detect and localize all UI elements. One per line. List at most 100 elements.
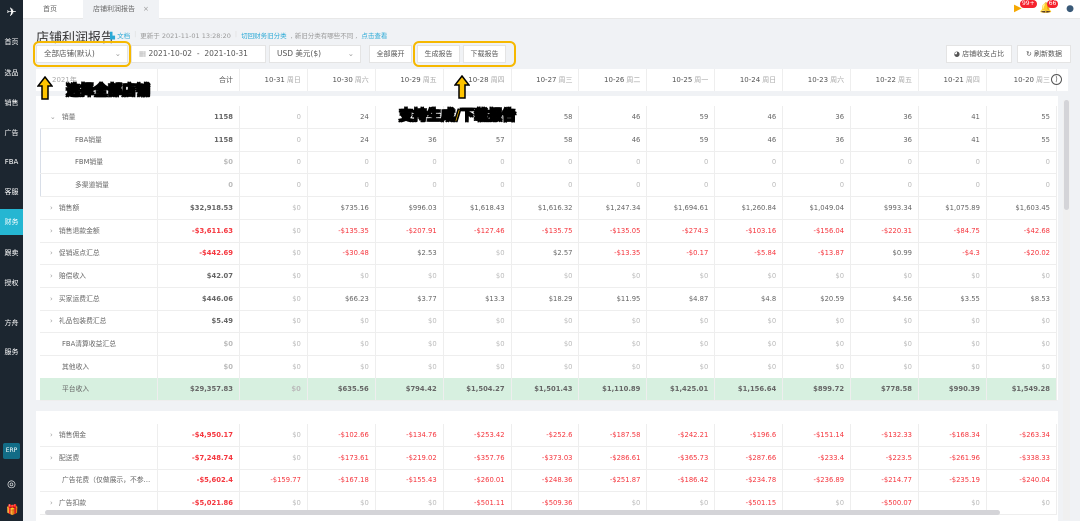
currency-select[interactable]: USD 美元($) ⌄ bbox=[269, 45, 361, 63]
next-page-icon[interactable]: ⟩ bbox=[1051, 74, 1062, 85]
header-date-label: 10-27 bbox=[536, 76, 557, 84]
row-value: $0 bbox=[580, 310, 648, 333]
row-value: -$103.16 bbox=[715, 219, 784, 242]
row-value: 0 bbox=[512, 151, 580, 174]
row-value: 0 bbox=[919, 151, 987, 174]
row-value: 0 bbox=[647, 151, 716, 174]
row-value: -$263.34 bbox=[987, 424, 1057, 446]
sidebar-item[interactable]: 跟卖 bbox=[0, 240, 23, 266]
chevron-right-icon[interactable]: › bbox=[50, 227, 55, 235]
row-value: $3.77 bbox=[376, 287, 444, 310]
sidebar-item[interactable]: 服务 bbox=[0, 339, 23, 365]
chevron-right-icon[interactable]: › bbox=[50, 454, 55, 462]
table-row: ⌄ 销量 1158 0 24 36 57 58 46 59 46 36 36 41 55 bbox=[40, 106, 1057, 129]
row-value: $0 bbox=[580, 264, 648, 287]
expand-all-button[interactable]: 全部展开 bbox=[369, 45, 412, 63]
sidebar-item[interactable]: FBA bbox=[0, 149, 23, 175]
arrow-up-icon bbox=[37, 76, 53, 100]
row-label: 广告花费（仅做展示，不参… bbox=[40, 469, 158, 492]
row-label-text: 广告花费（仅做展示，不参… bbox=[62, 476, 151, 485]
row-value: 0 bbox=[308, 151, 376, 174]
avatar[interactable]: ● bbox=[1066, 4, 1074, 14]
gift-icon[interactable]: 🎁 bbox=[6, 505, 18, 516]
refresh-data-button[interactable]: ↻ 刷新数据 bbox=[1017, 45, 1071, 63]
header-weekday: 周四 bbox=[490, 76, 505, 84]
doc-link[interactable]: ▙ 文档 bbox=[110, 30, 130, 40]
row-value: -$251.87 bbox=[580, 469, 648, 492]
sidebar-item[interactable]: 广告 bbox=[0, 120, 23, 146]
header-weekday: 周一 bbox=[694, 76, 709, 84]
row-total: $0 bbox=[158, 355, 240, 378]
pie-chart-icon: ◕ bbox=[953, 50, 963, 58]
store-ratio-button[interactable]: ◕ 店铺收支占比 bbox=[946, 45, 1012, 63]
row-value: $0 bbox=[987, 310, 1057, 333]
row-value: 0 bbox=[240, 128, 308, 151]
header-date: 10-20 周三 bbox=[987, 69, 1057, 91]
sidebar-item[interactable]: 客服 bbox=[0, 179, 23, 205]
row-value: $0 bbox=[647, 333, 716, 355]
chevron-down-icon[interactable]: ⌄ bbox=[50, 113, 58, 121]
chevron-right-icon[interactable]: › bbox=[50, 204, 55, 212]
row-value: -$233.4 bbox=[783, 446, 852, 469]
row-value: -$287.66 bbox=[715, 446, 784, 469]
row-value: -$214.77 bbox=[851, 469, 919, 492]
support-icon[interactable]: ◎ bbox=[6, 479, 17, 490]
vertical-scrollbar-thumb[interactable] bbox=[1064, 100, 1069, 210]
table-row: › 赔偿收入 $42.07 $0 $0 $0 $0 $0 $0 $0 $0 $0 $0 $0 $0 bbox=[40, 264, 1057, 288]
row-value: 0 bbox=[580, 151, 648, 174]
row-value: $3.55 bbox=[919, 287, 987, 310]
sidebar-item[interactable]: 首页 bbox=[0, 29, 23, 55]
chevron-right-icon[interactable]: › bbox=[50, 249, 55, 257]
row-value: $0 bbox=[376, 310, 444, 333]
row-value: 0 bbox=[240, 151, 308, 174]
sidebar-item[interactable]: 方舟 bbox=[0, 310, 23, 336]
row-value: $0 bbox=[987, 264, 1057, 287]
header-total: 合计 bbox=[158, 69, 240, 91]
tab-store-profit-report[interactable]: 店铺利润报告 × bbox=[83, 0, 159, 19]
row-value: 58 bbox=[512, 128, 580, 151]
row-total: -$442.69 bbox=[158, 242, 240, 265]
header-date-label: 10-28 bbox=[468, 76, 489, 84]
row-label-text: 礼品包装费汇总 bbox=[58, 317, 107, 326]
header-date-label: 10-26 bbox=[604, 76, 625, 84]
row-value: 57 bbox=[444, 128, 512, 151]
row-value: -$135.05 bbox=[580, 219, 648, 242]
row-value: $0 bbox=[444, 310, 512, 333]
chevron-right-icon[interactable]: › bbox=[50, 431, 55, 439]
page-subinfo: ▙ 文档 | 更新于 2021-11-01 13:28:20 | 切回财务旧分类… bbox=[110, 30, 388, 40]
header-date: 10-21 周四 bbox=[919, 69, 987, 91]
row-label-text: 销售额 bbox=[58, 203, 80, 212]
view-details-link[interactable]: 点击查看 bbox=[361, 30, 387, 40]
row-value: 0 bbox=[512, 174, 580, 197]
row-value: $1,156.64 bbox=[715, 378, 784, 401]
switch-category-link[interactable]: 切回财务旧分类 bbox=[241, 30, 287, 40]
row-value: -$365.73 bbox=[647, 446, 716, 469]
row-value: -$42.68 bbox=[987, 219, 1057, 242]
chevron-right-icon[interactable]: › bbox=[50, 295, 55, 303]
sidebar-item[interactable]: 销售 bbox=[0, 90, 23, 116]
row-value: $1,616.32 bbox=[512, 196, 580, 219]
chevron-right-icon[interactable]: › bbox=[50, 317, 55, 325]
sidebar-item[interactable]: 选品 bbox=[0, 60, 23, 86]
bell-icon[interactable]: 🔔 66 bbox=[1040, 0, 1059, 14]
row-value: $899.72 bbox=[783, 378, 852, 401]
header-date: 10-24 周日 bbox=[715, 69, 784, 91]
header-date: 10-31 周日 bbox=[240, 69, 308, 91]
row-value: $0 bbox=[783, 333, 852, 355]
tab-home[interactable]: 首页 bbox=[33, 0, 67, 19]
erp-button[interactable]: ERP bbox=[3, 443, 20, 459]
row-value: -$159.77 bbox=[240, 469, 308, 492]
date-range-picker[interactable]: ▦ 2021-10-02 - 2021-10-31 bbox=[131, 45, 266, 63]
header-date: 10-23 周六 bbox=[783, 69, 852, 91]
flag-icon[interactable]: ▶ 99+ bbox=[1014, 0, 1037, 14]
sidebar-item[interactable]: 授权 bbox=[0, 270, 23, 296]
header-weekday: 周五 bbox=[422, 76, 437, 84]
close-icon[interactable]: × bbox=[143, 5, 149, 13]
horizontal-scrollbar[interactable] bbox=[45, 510, 1000, 515]
chevron-right-icon[interactable]: › bbox=[50, 499, 55, 507]
row-value: $0 bbox=[240, 196, 308, 219]
row-value: $0 bbox=[240, 355, 308, 378]
chevron-right-icon[interactable]: › bbox=[50, 272, 55, 280]
row-value: $0 bbox=[444, 333, 512, 355]
sidebar-item[interactable]: 财务 bbox=[0, 209, 23, 235]
